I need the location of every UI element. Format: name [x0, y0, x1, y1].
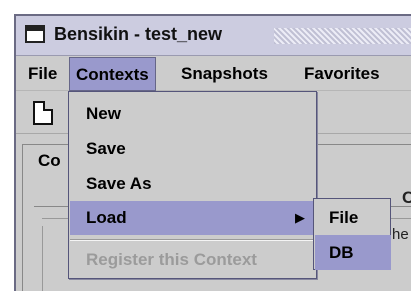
partial-label: C	[402, 188, 411, 207]
menu-item-load[interactable]: Load ▶	[70, 201, 317, 235]
title-bar[interactable]: Bensikin - test_new	[16, 16, 411, 56]
title-bar-grip	[274, 28, 411, 44]
partial-column-header: he	[392, 226, 409, 243]
menu-favorites[interactable]: Favorites	[298, 57, 386, 91]
window-title: Bensikin - test_new	[54, 24, 223, 44]
menu-item-save-as[interactable]: Save As	[70, 167, 317, 201]
menu-item-label: Load	[86, 208, 127, 227]
menu-snapshots[interactable]: Snapshots	[175, 57, 274, 91]
menu-separator	[70, 239, 317, 241]
menu-file[interactable]: File	[22, 57, 63, 91]
panel-title: Co	[36, 151, 63, 171]
menu-item-label: Register this Context	[86, 250, 257, 269]
submenu-item-file[interactable]: File	[315, 200, 391, 235]
menu-bar: File Contexts Snapshots Favorites	[16, 57, 411, 91]
contexts-dropdown-menu: New Save Save As Load ▶ Register this Co…	[68, 91, 317, 279]
submenu-item-label: File	[329, 208, 359, 227]
new-document-icon[interactable]	[33, 101, 53, 125]
submenu-item-label: DB	[329, 243, 354, 262]
submenu-arrow-icon: ▶	[295, 210, 305, 225]
menu-item-label: Save	[86, 139, 126, 158]
load-submenu: File DB	[313, 198, 391, 270]
menu-item-register-context[interactable]: Register this Context	[70, 243, 317, 277]
window-icon	[25, 25, 45, 43]
menu-item-save[interactable]: Save	[70, 132, 317, 166]
submenu-item-db[interactable]: DB	[315, 235, 391, 270]
menu-item-new[interactable]: New	[70, 97, 317, 131]
menu-contexts[interactable]: Contexts	[69, 57, 156, 91]
menu-item-label: Save As	[86, 174, 152, 193]
menu-item-label: New	[86, 104, 121, 123]
